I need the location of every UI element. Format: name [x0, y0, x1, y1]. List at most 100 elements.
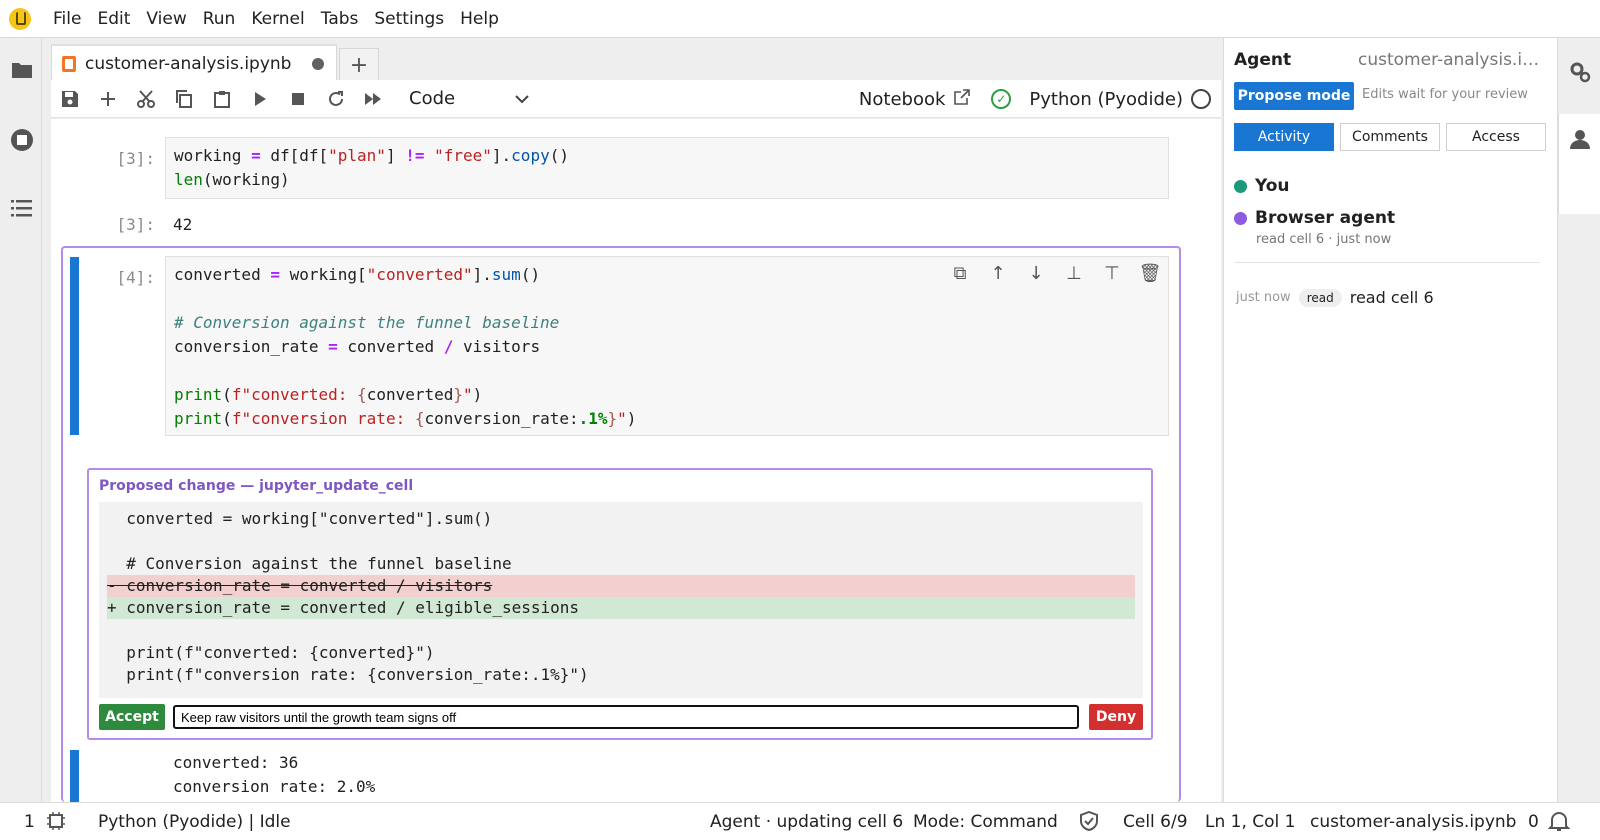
diff-line-added: + conversion_rate = converted / eligible… [107, 597, 1135, 619]
mode-status: Mode: Command [913, 812, 1058, 832]
open-notebook-link[interactable]: Notebook [859, 89, 945, 110]
stop-icon[interactable] [279, 83, 317, 115]
user-icon[interactable] [1568, 128, 1592, 152]
tab-access[interactable]: Access [1446, 123, 1546, 151]
diff-line-removed: - conversion_rate = converted / visitors [107, 575, 1135, 597]
participant-name: Browser agent [1255, 208, 1396, 228]
cut-icon[interactable] [127, 83, 165, 115]
tab-activity[interactable]: Activity [1234, 123, 1334, 151]
presence-dot-icon [1234, 211, 1247, 225]
review-comment-input[interactable] [173, 705, 1079, 729]
run-icon[interactable] [241, 83, 279, 115]
notebook-icon [62, 56, 76, 72]
diff-view: converted = working["converted"].sum() #… [99, 502, 1143, 698]
menu-file[interactable]: File [53, 9, 96, 29]
notification-count: 0 [1528, 812, 1539, 832]
diff-line: converted = working["converted"].sum() [107, 509, 493, 528]
menu-run[interactable]: Run [203, 9, 251, 29]
cell4-output-line: converted: 36 [173, 753, 299, 772]
bell-icon[interactable] [1547, 810, 1571, 837]
running-kernels-icon[interactable] [10, 128, 34, 152]
divider [1234, 262, 1540, 263]
toolbar-right: Notebook ✓ Python (Pyodide) [859, 80, 1211, 118]
diff-line: print(f"converted: {converted}") [107, 643, 435, 662]
tab-label: customer-analysis.ipynb [85, 54, 292, 74]
save-icon[interactable] [51, 83, 89, 115]
agent-status: Agent · updating cell 6 [710, 812, 904, 832]
menu-kernel[interactable]: Kernel [251, 9, 319, 29]
proposal-title: Proposed change — jupyter_update_cell [99, 478, 414, 494]
paste-icon[interactable] [203, 83, 241, 115]
delete-cell-icon[interactable]: 🗑 [1131, 263, 1169, 284]
left-sidebar [0, 38, 42, 802]
jupyterlite-logo-icon [9, 7, 31, 30]
agent-panel-title: Agent [1234, 50, 1292, 70]
cell-type-select[interactable]: Code [409, 88, 529, 109]
status-count: 1 [24, 812, 35, 832]
shield-icon [1079, 810, 1099, 836]
right-sidebar [1557, 38, 1600, 802]
activity-tag: read [1298, 288, 1342, 307]
tab-bar: customer-analysis.ipynb + [51, 42, 379, 82]
file-name: customer-analysis.ipynb [1310, 812, 1517, 832]
diff-line [107, 530, 1135, 552]
duplicate-cell-icon[interactable]: ⧉ [941, 263, 979, 284]
tab-customer-analysis[interactable]: customer-analysis.ipynb [51, 44, 337, 82]
cell3-input-prompt: [3]: [116, 149, 155, 168]
move-down-icon[interactable]: ↓ [1017, 263, 1055, 284]
run-all-icon[interactable] [355, 83, 393, 115]
propose-mode-button[interactable]: Propose mode [1234, 82, 1354, 110]
notebook-panel[interactable]: [3]: working = df[df["plan"] != "free"].… [51, 119, 1221, 802]
participant-browser-agent: Browser agent [1234, 208, 1395, 228]
diff-line: # Conversion against the funnel baseline [107, 554, 512, 573]
table-of-contents-icon[interactable] [10, 198, 34, 222]
main-dock: customer-analysis.ipynb + Code Notebook … [43, 38, 1223, 802]
accept-button[interactable]: Accept [99, 704, 165, 730]
menu-bar: File Edit View Run Kernel Tabs Settings … [0, 0, 1600, 38]
cell-toolbar: ⧉ ↑ ↓ ⊥ ⊤ 🗑 [941, 263, 1169, 284]
activity-row: just now read read cell 6 [1236, 288, 1434, 307]
participant-name: You [1255, 176, 1290, 196]
copy-icon[interactable] [165, 83, 203, 115]
cell4-input-prompt: [4]: [116, 268, 155, 287]
move-up-icon[interactable]: ↑ [979, 263, 1017, 284]
folder-icon[interactable] [10, 60, 34, 84]
restart-icon[interactable] [317, 83, 355, 115]
agent-panel: Agent customer-analysis.ipynb Propose mo… [1223, 38, 1557, 802]
tab-comments[interactable]: Comments [1340, 123, 1440, 151]
new-launcher-button[interactable]: + [339, 48, 379, 82]
chevron-down-icon [515, 88, 529, 109]
cell-type-value: Code [409, 88, 456, 109]
mode-note: Edits wait for your review [1362, 87, 1528, 102]
insert-above-icon[interactable]: ⊥ [1055, 263, 1093, 284]
menu-help[interactable]: Help [460, 9, 514, 29]
output-collapser[interactable] [70, 750, 79, 802]
cell4-output-line: conversion rate: 2.0% [173, 777, 376, 796]
diff-line [107, 619, 1135, 641]
status-bar: 1 Python (Pyodide) | Idle Agent · updati… [0, 802, 1600, 840]
unsaved-dot-icon[interactable] [312, 58, 324, 70]
insert-below-icon[interactable]: ⊤ [1093, 263, 1131, 284]
menu-view[interactable]: View [146, 9, 201, 29]
cursor-position[interactable]: Ln 1, Col 1 [1205, 812, 1296, 832]
active-cell-collapser[interactable] [70, 257, 79, 435]
menu-tabs[interactable]: Tabs [321, 9, 374, 29]
notebook-toolbar: Code Notebook ✓ Python (Pyodide) [51, 80, 1221, 118]
external-link-icon[interactable] [953, 88, 971, 111]
presence-dot-icon [1234, 179, 1247, 193]
kernel-name[interactable]: Python (Pyodide) [1029, 89, 1183, 110]
menu-edit[interactable]: Edit [97, 9, 145, 29]
activity-time: just now [1236, 290, 1291, 305]
cell3-editor[interactable]: working = df[df["plan"] != "free"].copy(… [165, 137, 1169, 199]
cell3-output-prompt: [3]: [116, 215, 155, 234]
add-cell-icon[interactable] [89, 83, 127, 115]
kernel-chip-icon [46, 811, 66, 836]
property-inspector-icon[interactable] [1568, 60, 1592, 84]
kernel-status[interactable]: Python (Pyodide) | Idle [98, 812, 291, 832]
agent-panel-file: customer-analysis.ipynb [1358, 50, 1548, 70]
trusted-check-icon[interactable]: ✓ [991, 89, 1012, 109]
menu-settings[interactable]: Settings [374, 9, 459, 29]
deny-button[interactable]: Deny [1089, 704, 1143, 730]
diff-line: print(f"conversion rate: {conversion_rat… [107, 665, 589, 684]
participant-you: You [1234, 176, 1290, 196]
